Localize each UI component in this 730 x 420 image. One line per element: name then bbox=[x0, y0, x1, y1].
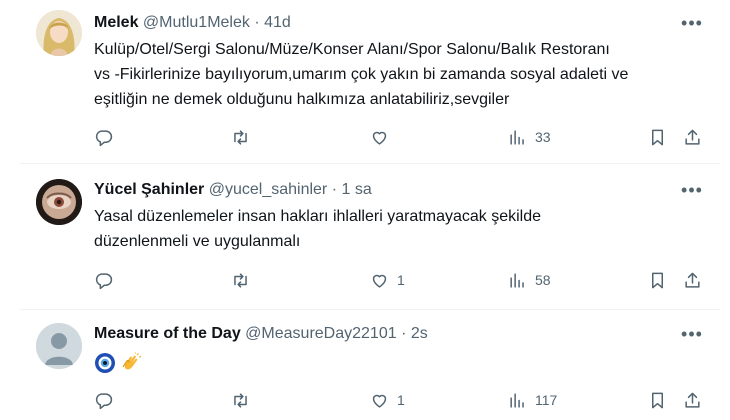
tweet-text: Kulüp/Otel/Sergi Salonu/Müze/Konser Alan… bbox=[94, 37, 714, 112]
bookmark-button[interactable] bbox=[648, 269, 667, 291]
action-bar: 1 58 bbox=[0, 269, 730, 293]
more-options-icon[interactable]: ••• bbox=[680, 181, 704, 204]
retweet-icon bbox=[234, 392, 247, 408]
view-count: 117 bbox=[535, 392, 558, 408]
reply-button[interactable] bbox=[94, 126, 113, 148]
action-bar: 1 117 bbox=[0, 389, 730, 413]
like-button[interactable]: 1 bbox=[370, 269, 405, 291]
bookmark-icon bbox=[651, 392, 664, 408]
author-name[interactable]: Measure of the Day bbox=[94, 325, 241, 342]
clapping-hands-icon bbox=[122, 351, 142, 370]
tweet[interactable]: Yücel Şahinler @yucel_sahinler · 1 sa ••… bbox=[0, 164, 730, 309]
reply-icon bbox=[95, 272, 113, 289]
heart-icon bbox=[372, 394, 387, 408]
tweet-text-line: Yasal düzenlemeler insan hakları ihlalle… bbox=[94, 208, 542, 225]
views-chart-icon bbox=[510, 129, 524, 145]
retweet-button[interactable] bbox=[231, 389, 250, 411]
tweet[interactable]: Measure of the Day @MeasureDay22101 · 2s… bbox=[0, 310, 730, 420]
tweet-text-line: düzenlenmeli ve uygulanmalı bbox=[94, 233, 301, 250]
heart-icon bbox=[372, 274, 387, 288]
tweet-text: Yasal düzenlemeler insan hakları ihlalle… bbox=[94, 204, 714, 254]
view-count: 33 bbox=[535, 129, 551, 145]
share-button[interactable] bbox=[683, 269, 702, 291]
views-button[interactable]: 58 bbox=[508, 269, 551, 291]
bookmark-button[interactable] bbox=[648, 126, 667, 148]
author-handle[interactable]: @Mutlu1Melek bbox=[143, 14, 250, 31]
tweet-text-line: eşitliğin ne demek olduğunu halkımıza an… bbox=[94, 91, 510, 108]
views-button[interactable]: 33 bbox=[508, 126, 551, 148]
views-chart-icon bbox=[510, 392, 524, 408]
tweet-text-line: Kulüp/Otel/Sergi Salonu/Müze/Konser Alan… bbox=[94, 41, 610, 58]
action-bar: 33 bbox=[0, 126, 730, 150]
nazar-amulet-icon bbox=[95, 352, 115, 373]
separator-dot: · bbox=[254, 14, 260, 31]
bookmark-icon bbox=[651, 272, 664, 288]
retweet-icon bbox=[234, 272, 247, 288]
more-options-icon[interactable]: ••• bbox=[680, 14, 704, 37]
tweet-text-line: vs -Fikirlerinize bayılıyorum,umarım çok… bbox=[94, 66, 629, 83]
views-button[interactable]: 117 bbox=[508, 389, 557, 411]
reply-icon bbox=[95, 129, 113, 146]
tweet-text bbox=[94, 350, 714, 374]
tweet[interactable]: Melek @Mutlu1Melek · 41d ••• Kulüp/Otel/… bbox=[0, 0, 730, 163]
avatar[interactable] bbox=[36, 10, 82, 56]
tweet-header: Melek @Mutlu1Melek · 41d bbox=[94, 13, 291, 33]
like-button[interactable]: 1 bbox=[370, 389, 405, 411]
share-button[interactable] bbox=[683, 389, 702, 411]
timestamp[interactable]: 41d bbox=[264, 14, 291, 31]
retweet-icon bbox=[234, 129, 247, 145]
separator-dot: · bbox=[331, 181, 338, 198]
avatar-image bbox=[36, 10, 82, 56]
share-icon bbox=[685, 272, 700, 288]
share-button[interactable] bbox=[683, 126, 702, 148]
retweet-button[interactable] bbox=[231, 126, 250, 148]
reply-button[interactable] bbox=[94, 389, 113, 411]
like-count: 1 bbox=[397, 272, 405, 288]
separator-dot: · bbox=[401, 325, 407, 342]
timestamp[interactable]: 2s bbox=[411, 325, 428, 342]
avatar[interactable] bbox=[36, 323, 82, 369]
more-options-icon[interactable]: ••• bbox=[680, 325, 704, 348]
views-chart-icon bbox=[510, 272, 524, 288]
reply-button[interactable] bbox=[94, 269, 113, 291]
avatar-image bbox=[36, 179, 82, 225]
tweet-header: Yücel Şahinler @yucel_sahinler · 1 sa bbox=[94, 180, 372, 200]
author-handle[interactable]: @yucel_sahinler bbox=[209, 181, 328, 198]
tweet-header: Measure of the Day @MeasureDay22101 · 2s bbox=[94, 324, 428, 344]
retweet-button[interactable] bbox=[231, 269, 250, 291]
view-count: 58 bbox=[535, 272, 551, 288]
bookmark-button[interactable] bbox=[648, 389, 667, 411]
avatar[interactable] bbox=[36, 179, 82, 225]
reply-icon bbox=[95, 392, 113, 409]
author-handle[interactable]: @MeasureDay22101 bbox=[245, 325, 396, 342]
like-button[interactable] bbox=[370, 126, 397, 148]
timestamp[interactable]: 1 sa bbox=[341, 181, 371, 198]
share-icon bbox=[685, 129, 700, 145]
author-name[interactable]: Melek bbox=[94, 14, 138, 31]
like-count: 1 bbox=[397, 392, 405, 408]
bookmark-icon bbox=[651, 129, 664, 145]
share-icon bbox=[685, 392, 700, 408]
author-name[interactable]: Yücel Şahinler bbox=[94, 181, 204, 198]
heart-icon bbox=[372, 131, 387, 145]
default-avatar-icon bbox=[36, 323, 82, 369]
